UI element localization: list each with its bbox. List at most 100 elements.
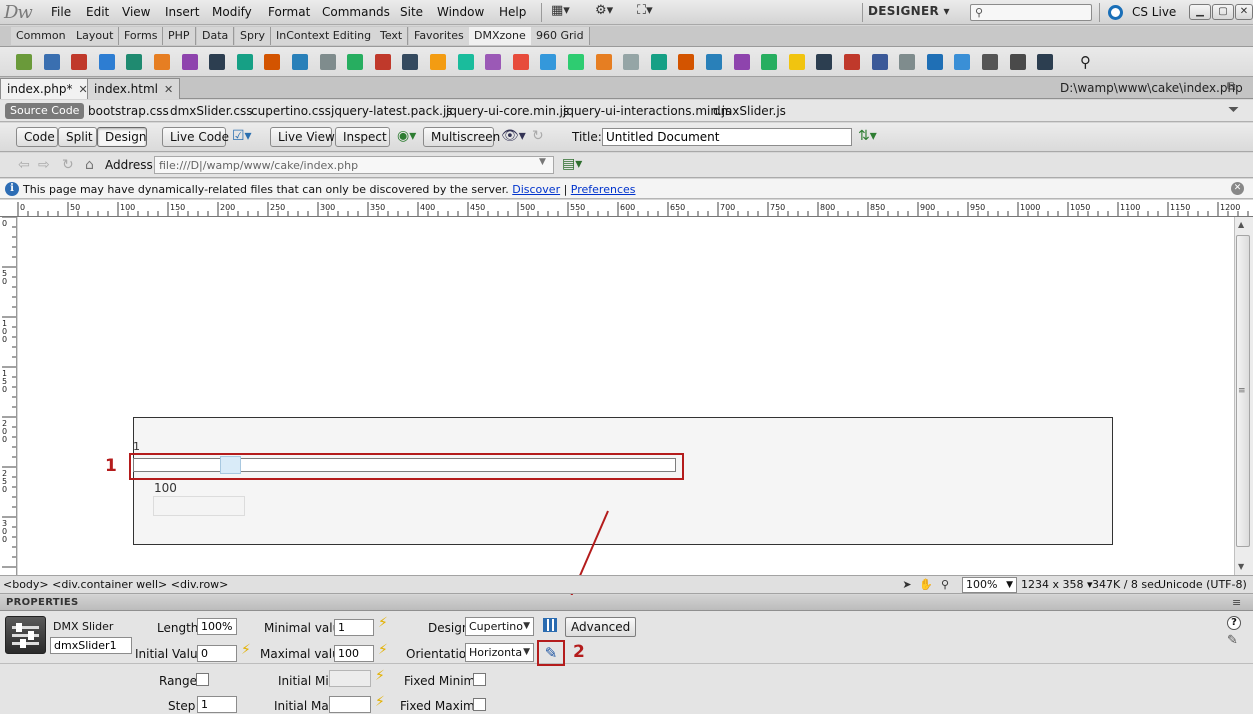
tab-common[interactable]: Common <box>11 27 72 45</box>
insert-tool-icon[interactable] <box>595 54 612 70</box>
insert-tool-icon[interactable] <box>154 54 170 70</box>
related-file[interactable]: jquery-ui-core.min.js <box>446 104 569 118</box>
doc-tab-index-php[interactable]: index.php* ✕ <box>0 78 95 99</box>
slider-value-input[interactable] <box>153 496 245 516</box>
gear-icon[interactable]: ⚙▾ <box>595 3 613 18</box>
cslive-button[interactable]: CS Live <box>1132 5 1176 19</box>
forward-icon[interactable]: ⇨ <box>38 157 50 173</box>
close-button[interactable]: ✕ <box>1235 4 1253 20</box>
live-view-button[interactable]: Live View <box>270 127 335 147</box>
related-file[interactable]: dmxSlider.css <box>170 104 252 118</box>
insert-tool-icon[interactable] <box>761 54 778 70</box>
insert-tool-icon[interactable] <box>374 54 391 70</box>
tab-forms[interactable]: Forms <box>119 27 164 45</box>
source-code-button[interactable]: Source Code <box>5 103 85 119</box>
address-input[interactable] <box>154 156 554 174</box>
tab-text[interactable]: Text <box>375 27 409 45</box>
zoom-search-icon[interactable]: ⚲ <box>1080 53 1091 71</box>
insert-tool-icon[interactable] <box>402 54 419 70</box>
insert-tool-icon[interactable] <box>512 54 529 70</box>
container-well[interactable] <box>133 417 1113 545</box>
insert-tool-icon[interactable] <box>181 54 198 70</box>
insert-tool-icon[interactable] <box>98 54 115 70</box>
quick-tag-editor-icon[interactable]: ✎ <box>1227 633 1238 648</box>
check-compatibility-icon[interactable]: ☑▾ <box>232 128 252 144</box>
refresh-icon[interactable]: ↻ <box>62 157 74 173</box>
workspace-switcher[interactable]: DESIGNER ▾ <box>868 4 962 18</box>
file-management-icon[interactable]: ⇅▾ <box>858 128 877 144</box>
title-input[interactable] <box>602 128 852 146</box>
browser-preview-icon[interactable]: ◉▾ <box>397 128 416 144</box>
filter-icon[interactable]: ⏷ <box>1228 102 1239 118</box>
insert-tool-icon[interactable] <box>430 54 446 70</box>
zoom-select[interactable]: 100% ▼ <box>962 577 1017 593</box>
dynamic-data-icon[interactable]: ⚡ <box>378 642 388 658</box>
tab-data[interactable]: Data <box>197 27 235 45</box>
length-input[interactable] <box>197 618 237 635</box>
scroll-up-icon[interactable]: ▲ <box>1238 220 1244 229</box>
refresh-icon[interactable]: ↻ <box>532 128 544 144</box>
orientation-select[interactable]: Horizonta ▼ <box>465 643 534 662</box>
search-input[interactable]: ⚲ <box>970 4 1092 21</box>
insert-tool-icon[interactable] <box>43 54 60 70</box>
tab-960-grid[interactable]: 960 Grid <box>531 27 590 45</box>
insert-tool-icon[interactable] <box>706 54 722 70</box>
menu-commands[interactable]: Commands <box>322 5 390 19</box>
window-size[interactable]: 1234 x 358 ▾ <box>1021 578 1093 591</box>
design-view-button[interactable]: Design <box>97 127 147 147</box>
insert-tool-icon[interactable] <box>1037 54 1054 70</box>
close-icon[interactable]: ✕ <box>1231 182 1244 195</box>
layout-icon[interactable]: ▦▾ <box>551 3 570 18</box>
restore-icon[interactable]: ⧉ <box>1227 79 1236 94</box>
initial-max-input[interactable] <box>329 696 371 713</box>
advanced-button[interactable]: Advanced <box>565 617 637 637</box>
hand-tool-icon[interactable]: ✋ <box>918 577 934 592</box>
insert-tool-icon[interactable] <box>236 54 253 70</box>
insert-tool-icon[interactable] <box>678 54 695 70</box>
insert-tool-icon[interactable] <box>982 54 998 70</box>
insert-tool-icon[interactable] <box>264 54 281 70</box>
insert-tool-icon[interactable] <box>788 54 805 70</box>
initial-min-input[interactable] <box>329 670 371 687</box>
tag-selector[interactable]: <body> <div.container well> <div.row> <box>3 578 228 591</box>
menu-file[interactable]: File <box>51 5 71 19</box>
design-select[interactable]: Cupertino ▼ <box>465 617 534 636</box>
menu-site[interactable]: Site <box>400 5 423 19</box>
dynamic-data-icon[interactable]: ⚡ <box>375 694 385 710</box>
insert-tool-icon[interactable] <box>126 54 143 70</box>
insert-tool-icon[interactable] <box>568 54 584 70</box>
panel-menu-icon[interactable]: ≡ <box>1232 596 1241 609</box>
multiscreen-button[interactable]: Multiscreen <box>423 127 500 147</box>
menu-edit[interactable]: Edit <box>86 5 109 19</box>
cslive-icon[interactable] <box>1108 5 1123 20</box>
insert-tool-icon[interactable] <box>457 54 474 70</box>
insert-tool-icon[interactable] <box>16 54 32 70</box>
help-icon[interactable]: ? <box>1227 616 1241 630</box>
menu-window[interactable]: Window <box>437 5 484 19</box>
dynamic-data-icon[interactable]: ⚡ <box>241 642 251 658</box>
insert-tool-icon[interactable] <box>733 54 750 70</box>
minimal-value-input[interactable] <box>334 619 374 636</box>
minimize-button[interactable]: ▁ <box>1189 4 1211 20</box>
fixed-maximal-checkbox[interactable] <box>473 698 486 711</box>
related-file[interactable]: cupertino.css <box>251 104 331 118</box>
tab-php[interactable]: PHP <box>163 27 196 45</box>
properties-header[interactable] <box>0 595 1253 611</box>
insert-tool-icon[interactable] <box>623 54 640 70</box>
insert-tool-icon[interactable] <box>209 54 226 70</box>
menu-format[interactable]: Format <box>268 5 310 19</box>
insert-tool-icon[interactable] <box>844 54 860 70</box>
widget-id-input[interactable] <box>50 637 132 654</box>
tab-incontext-editing[interactable]: InContext Editing <box>271 27 378 45</box>
doc-tab-index-html[interactable]: index.html ✕ <box>87 78 181 99</box>
preferences-link[interactable]: Preferences <box>571 183 636 196</box>
related-file[interactable]: bootstrap.css <box>88 104 169 118</box>
related-file[interactable]: jquery-ui-interactions.min.js <box>563 104 731 118</box>
menu-help[interactable]: Help <box>499 5 526 19</box>
insert-tool-icon[interactable] <box>816 54 833 70</box>
insert-tool-icon[interactable] <box>292 54 308 70</box>
insert-tool-icon[interactable] <box>485 54 502 70</box>
tab-dmxzone[interactable]: DMXzone <box>469 27 532 45</box>
visual-aids-icon[interactable]: 👁▾ <box>501 128 526 144</box>
live-code-button[interactable]: Live Code <box>162 127 229 147</box>
